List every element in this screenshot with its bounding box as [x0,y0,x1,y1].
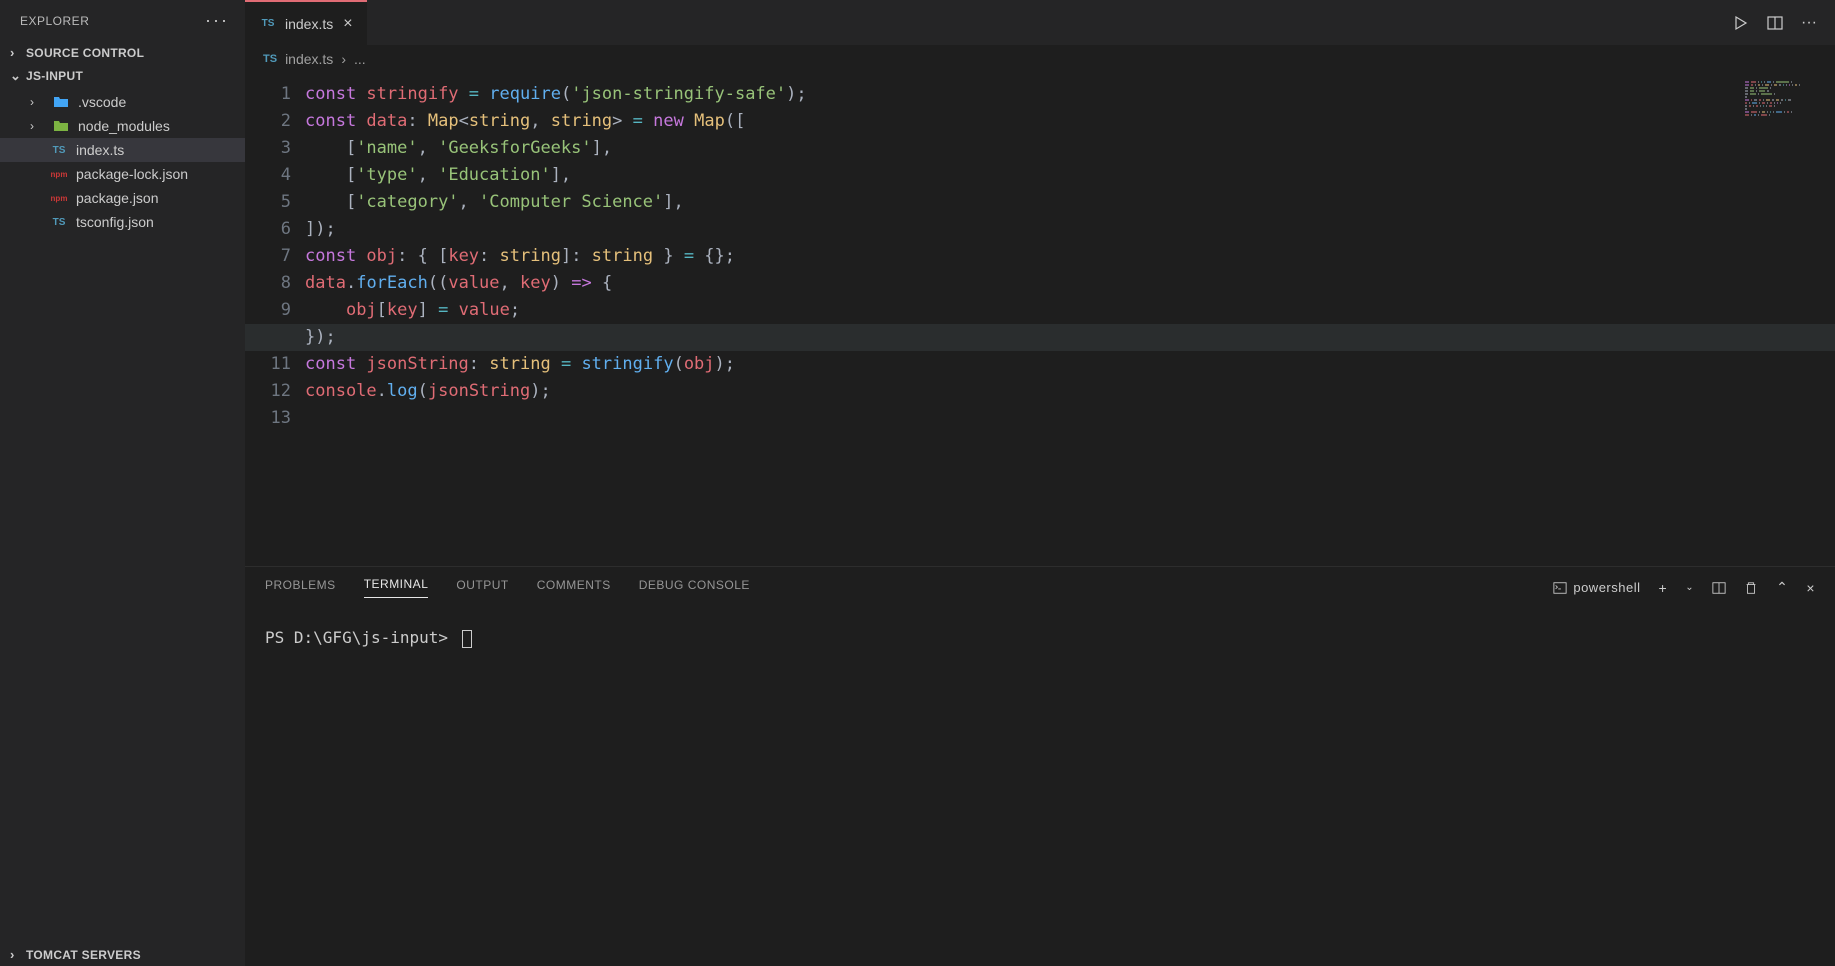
line-number: 6 [245,216,291,243]
code-line[interactable]: const obj: { [key: string]: string } = {… [305,243,1835,270]
line-number: 2 [245,108,291,135]
folder-item[interactable]: › .vscode [0,90,245,114]
section-label: TOMCAT SERVERS [26,948,141,962]
terminal[interactable]: PS D:\GFG\js-input> [245,608,1835,966]
item-label: package.json [76,190,159,206]
panel-actions: powershell + ⌄ ⌃ × [1553,579,1815,596]
npm-icon: npm [50,189,68,207]
panel-tab-terminal[interactable]: TERMINAL [364,577,429,598]
item-label: node_modules [78,118,170,134]
more-icon[interactable]: ··· [1801,14,1817,32]
code-line[interactable]: console.log(jsonString); [305,378,1835,405]
section-label: JS-INPUT [26,69,83,83]
explorer-more-icon[interactable]: ··· [205,10,229,31]
line-number: 12 [245,378,291,405]
terminal-dropdown-icon[interactable]: ⌄ [1685,582,1694,593]
panel-tab-debug-console[interactable]: DEBUG CONSOLE [639,578,750,598]
code-line[interactable]: ]); [305,216,1835,243]
code-line[interactable]: const jsonString: string = stringify(obj… [305,351,1835,378]
explorer-sidebar: EXPLORER ··· › SOURCE CONTROL ⌄ JS-INPUT… [0,0,245,966]
file-item[interactable]: TS tsconfig.json [0,210,245,234]
panel-tab-comments[interactable]: COMMENTS [537,578,611,598]
folder-item[interactable]: › node_modules [0,114,245,138]
shell-label: powershell [1573,580,1640,595]
terminal-cursor [462,630,472,648]
code-line[interactable]: const data: Map<string, string> = new Ma… [305,108,1835,135]
panel-tab-output[interactable]: OUTPUT [456,578,508,598]
new-terminal-icon[interactable]: + [1659,580,1668,596]
file-item[interactable]: npm package.json [0,186,245,210]
trash-icon[interactable] [1744,581,1758,595]
panel-tab-problems[interactable]: PROBLEMS [265,578,336,598]
chevron-up-icon[interactable]: ⌃ [1776,579,1788,596]
ts-icon: TS [50,141,68,159]
code-line[interactable]: }); [305,324,1835,351]
breadcrumb[interactable]: TS index.ts › ... [245,45,1835,73]
section-project[interactable]: ⌄ JS-INPUT [0,64,245,88]
line-number: 4 [245,162,291,189]
file-item[interactable]: npm package-lock.json [0,162,245,186]
folder-icon [52,117,70,135]
line-number: 13 [245,405,291,432]
main-area: TS index.ts × ··· TS index.ts › ... 1234… [245,0,1835,966]
editor[interactable]: 12345678910111213 const stringify = requ… [245,73,1835,566]
line-number: 11 [245,351,291,378]
line-number: 1 [245,81,291,108]
bottom-panel: PROBLEMS TERMINAL OUTPUT COMMENTS DEBUG CONS… [245,566,1835,966]
explorer-header: EXPLORER ··· [0,0,245,41]
close-panel-icon[interactable]: × [1806,580,1815,596]
line-number: 8 [245,270,291,297]
section-source-control[interactable]: › SOURCE CONTROL [0,41,245,64]
breadcrumb-more: ... [354,51,366,67]
ts-icon: TS [259,15,277,33]
file-tree: › .vscode › node_modules TS index.ts npm packag… [0,88,245,943]
line-number: 7 [245,243,291,270]
split-editor-icon[interactable] [1767,15,1783,31]
chevron-right-icon: › [10,45,26,60]
line-number: 5 [245,189,291,216]
line-number: 9 [245,297,291,324]
tab-label: index.ts [285,16,333,32]
code-line[interactable]: const stringify = require('json-stringif… [305,81,1835,108]
code-line[interactable]: ['name', 'GeeksforGeeks'], [305,135,1835,162]
folder-icon [52,93,70,111]
ts-icon: TS [263,53,277,65]
line-gutter: 12345678910111213 [245,73,305,566]
tabs-bar: TS index.ts × ··· [245,0,1835,45]
code-line[interactable] [305,405,1835,432]
item-label: package-lock.json [76,166,188,182]
file-item[interactable]: TS index.ts [0,138,245,162]
terminal-prompt: PS D:\GFG\js-input> [265,628,448,647]
chevron-right-icon: › [30,95,44,109]
explorer-title: EXPLORER [20,14,89,28]
close-icon[interactable]: × [343,15,352,33]
item-label: .vscode [78,94,126,110]
chevron-right-icon: › [30,119,44,133]
tab-indexts[interactable]: TS index.ts × [245,0,367,45]
section-tomcat[interactable]: › TOMCAT SERVERS [0,943,245,966]
panel-tabs: PROBLEMS TERMINAL OUTPUT COMMENTS DEBUG CONS… [245,567,1835,608]
code-line[interactable]: data.forEach((value, key) => { [305,270,1835,297]
code-line[interactable]: ['category', 'Computer Science'], [305,189,1835,216]
item-label: tsconfig.json [76,214,154,230]
shell-select[interactable]: powershell [1553,580,1640,595]
ts-icon: TS [50,213,68,231]
breadcrumb-separator: › [341,51,346,67]
code-area[interactable]: const stringify = require('json-stringif… [305,73,1835,566]
item-label: index.ts [76,142,124,158]
breadcrumb-file: index.ts [285,51,333,67]
tabs-actions: ··· [1715,14,1835,32]
code-line[interactable]: obj[key] = value; [305,297,1835,324]
code-line[interactable]: ['type', 'Education'], [305,162,1835,189]
section-label: SOURCE CONTROL [26,46,144,60]
npm-icon: npm [50,165,68,183]
chevron-right-icon: › [10,947,26,962]
split-terminal-icon[interactable] [1712,581,1726,595]
chevron-down-icon: ⌄ [10,68,26,84]
line-number: 3 [245,135,291,162]
run-icon[interactable] [1733,15,1749,31]
